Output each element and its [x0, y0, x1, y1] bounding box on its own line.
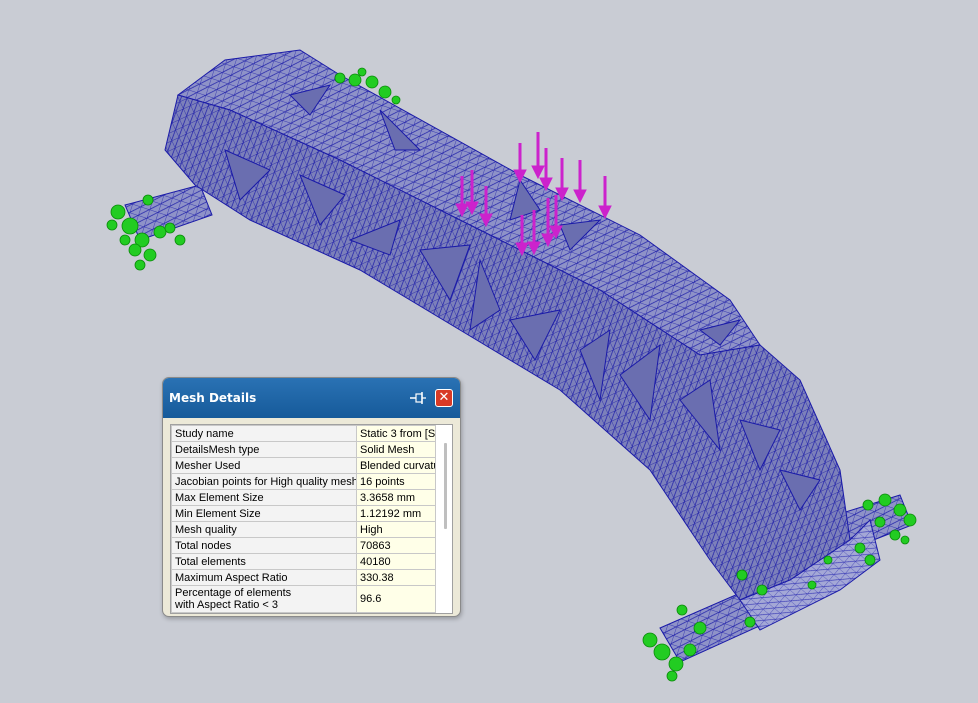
model-viewport[interactable] [0, 0, 978, 703]
row-value: Static 3 from [St [356, 425, 436, 442]
row-value: 40180 [356, 553, 436, 570]
table-row[interactable]: DetailsMesh type Solid Mesh [171, 441, 436, 458]
scrollbar-thumb[interactable] [444, 443, 447, 529]
row-value: 3.3658 mm [356, 489, 436, 506]
table-row[interactable]: Maximum Aspect Ratio 330.38 [171, 569, 436, 586]
table-row[interactable]: Max Element Size 3.3658 mm [171, 489, 436, 506]
mesh-model [106, 49, 917, 682]
row-label: Maximum Aspect Ratio [171, 569, 357, 586]
row-label: Jacobian points for High quality mesh [171, 473, 357, 490]
row-label: Percentage of elements with Aspect Ratio … [171, 585, 357, 613]
row-label: Total nodes [171, 537, 357, 554]
row-value: 96.6 [356, 585, 436, 613]
table-row[interactable]: Min Element Size 1.12192 mm [171, 505, 436, 522]
table-row[interactable]: Jacobian points for High quality mesh 16 … [171, 473, 436, 490]
table-row[interactable]: Percentage of elements with Aspect Ratio … [171, 585, 436, 613]
row-label: Total elements [171, 553, 357, 570]
row-label: DetailsMesh type [171, 441, 357, 458]
table-row[interactable]: Mesher Used Blended curvatu [171, 457, 436, 474]
row-value: 330.38 [356, 569, 436, 586]
row-label: Study name [171, 425, 357, 442]
dialog-titlebar[interactable]: Mesh Details ✕ [163, 378, 460, 418]
pin-icon[interactable] [409, 390, 427, 406]
row-value: Solid Mesh [356, 441, 436, 458]
table-row[interactable]: Total nodes 70863 [171, 537, 436, 554]
close-icon[interactable]: ✕ [435, 389, 453, 407]
table-row[interactable]: Study name Static 3 from [St [171, 425, 436, 442]
row-label: Mesher Used [171, 457, 357, 474]
mesh-details-table: Study name Static 3 from [St DetailsMesh t… [170, 424, 453, 614]
row-value: 16 points [356, 473, 436, 490]
table-row[interactable]: Mesh quality High [171, 521, 436, 538]
row-value: Blended curvatu [356, 457, 436, 474]
row-value: 70863 [356, 537, 436, 554]
dialog-title: Mesh Details [169, 391, 257, 405]
row-label: Mesh quality [171, 521, 357, 538]
row-value: 1.12192 mm [356, 505, 436, 522]
row-label: Min Element Size [171, 505, 357, 522]
vertical-scrollbar[interactable] [441, 435, 449, 611]
row-value: High [356, 521, 436, 538]
mesh-details-dialog: Mesh Details ✕ Study name Static 3 from [… [162, 377, 461, 617]
table-row[interactable]: Total elements 40180 [171, 553, 436, 570]
row-label: Max Element Size [171, 489, 357, 506]
